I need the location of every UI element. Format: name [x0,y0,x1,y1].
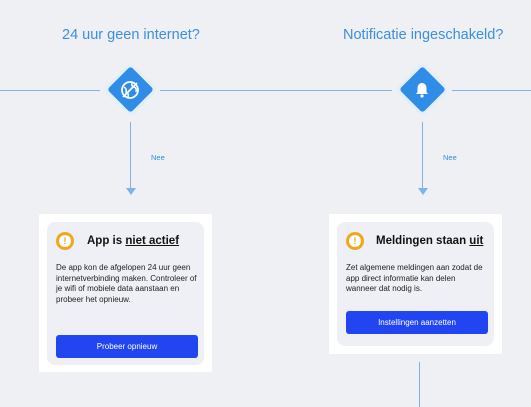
branch-label-notifications: Nee [443,153,457,162]
card-title-notifications: Meldingen staan uit [376,235,484,247]
warning-icon: ! [56,232,74,250]
card-body-internet: De app kon de afgelopen 24 uur geen inte… [56,263,197,304]
flow-line-left [0,90,100,91]
card-title-emphasis: niet actief [125,235,180,247]
branch-line-internet [130,122,131,189]
branch-label-internet: Nee [151,153,165,162]
card-body-notifications: Zet algemene meldingen aan zodat de app … [346,263,483,293]
decision-question-notifications: Notificatie ingeschakeld? [343,27,504,43]
continuation-line [419,362,420,407]
enable-settings-button[interactable]: Instellingen aanzetten [346,311,488,334]
bell-icon [408,76,436,104]
flow-line-middle [160,90,392,91]
retry-button[interactable]: Probeer opnieuw [56,335,198,358]
branch-arrow-notifications [418,188,428,195]
branch-line-notifications [422,122,423,189]
flow-line-right [452,90,531,91]
decision-question-internet: 24 uur geen internet? [62,27,200,43]
globe-icon [116,76,144,104]
branch-arrow-internet [126,188,136,195]
warning-icon: ! [346,232,364,250]
card-title-emphasis: uit [469,235,484,247]
card-title-internet: App is niet actief [87,235,180,247]
